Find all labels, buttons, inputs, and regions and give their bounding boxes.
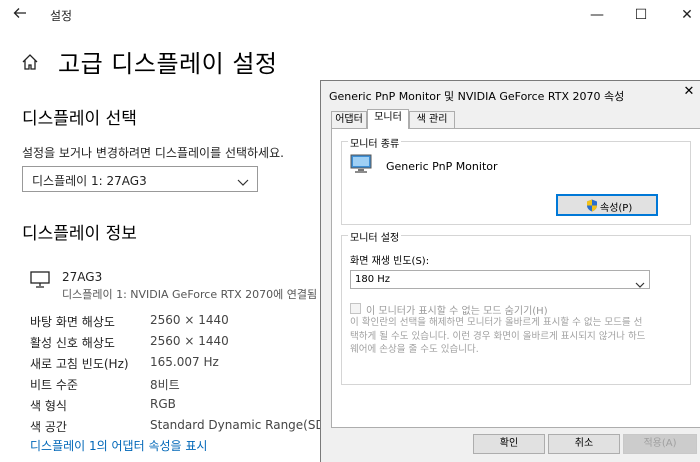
info-label-bit-depth: 비트 수준	[30, 378, 78, 392]
properties-button[interactable]: 속성(P)	[556, 194, 658, 216]
info-value-refresh-rate: 165.007 Hz	[150, 355, 219, 369]
tab-monitor[interactable]: 모니터	[367, 109, 409, 129]
hide-modes-description: 이 확인란의 선택을 해제하면 모니터가 올바르게 표시할 수 없는 모드를 선…	[350, 317, 646, 355]
adapter-properties-link[interactable]: 디스플레이 1의 어댑터 속성을 표시	[30, 437, 207, 454]
monitor-icon	[30, 271, 50, 289]
hide-modes-label: 이 모니터가 표시할 수 없는 모드 숨기기(H)	[366, 306, 548, 317]
refresh-rate-label: 화면 재생 빈도(S):	[350, 256, 430, 267]
info-value-active-signal: 2560 × 1440	[150, 334, 229, 348]
dialog-title: Generic PnP Monitor 및 NVIDIA GeForce RTX…	[329, 90, 625, 103]
info-value-bit-depth: 8비트	[150, 378, 180, 392]
display-select-dropdown[interactable]: 디스플레이 1: 27AG3	[22, 166, 258, 192]
monitor-tab-panel: 모니터 종류 Generic PnP Monitor 속성(P) 모니터 설정 …	[331, 128, 700, 428]
select-display-heading: 디스플레이 선택	[22, 109, 137, 129]
select-display-description: 설정을 보거나 변경하려면 디스플레이를 선택하세요.	[22, 146, 284, 160]
info-value-color-format: RGB	[150, 397, 176, 411]
monitor-settings-group-label: 모니터 설정	[348, 229, 402, 244]
minimize-button[interactable]: —	[582, 4, 612, 26]
app-title: 설정	[50, 9, 73, 23]
back-arrow-icon[interactable]	[12, 5, 32, 25]
cancel-button[interactable]: 취소	[548, 434, 620, 454]
chevron-down-icon	[635, 275, 645, 288]
info-value-color-space: Standard Dynamic Range(SDR)	[150, 418, 338, 432]
title-bar: 설정 — ☐ ✕	[0, 0, 700, 30]
hide-modes-checkbox[interactable]	[350, 303, 361, 314]
monitor-name: 27AG3	[62, 270, 103, 284]
page-title: 고급 디스플레이 설정	[58, 50, 278, 78]
tab-adapter[interactable]: 어댑터	[331, 111, 367, 128]
properties-button-label: 속성(P)	[600, 203, 633, 214]
display-monitor-icon	[350, 154, 372, 174]
info-label-color-format: 색 형식	[30, 399, 67, 413]
monitor-connection: 디스플레이 1: NVIDIA GeForce RTX 2070에 연결됨	[62, 288, 318, 301]
close-button[interactable]: ✕	[672, 4, 700, 26]
display-info-heading: 디스플레이 정보	[22, 224, 137, 244]
maximize-button[interactable]: ☐	[626, 4, 656, 26]
info-value-desktop-resolution: 2560 × 1440	[150, 313, 229, 327]
tab-color-management[interactable]: 색 관리	[409, 111, 455, 128]
refresh-rate-select[interactable]: 180 Hz	[350, 270, 650, 289]
monitor-type-name: Generic PnP Monitor	[386, 160, 498, 173]
monitor-type-group: 모니터 종류 Generic PnP Monitor 속성(P)	[341, 135, 691, 225]
info-label-desktop-resolution: 바탕 화면 해상도	[30, 315, 115, 329]
monitor-type-group-label: 모니터 종류	[348, 135, 402, 150]
monitor-properties-dialog: Generic PnP Monitor 및 NVIDIA GeForce RTX…	[320, 80, 700, 462]
chevron-down-icon	[237, 173, 249, 186]
info-label-active-signal: 활성 신호 해상도	[30, 336, 115, 350]
dialog-close-button[interactable]: ✕	[678, 83, 700, 101]
ok-button[interactable]: 확인	[473, 434, 545, 454]
apply-button[interactable]: 적용(A)	[623, 434, 697, 454]
display-select-value: 디스플레이 1: 27AG3	[32, 174, 147, 188]
home-icon[interactable]	[20, 52, 40, 72]
refresh-rate-value: 180 Hz	[355, 274, 391, 285]
info-label-color-space: 색 공간	[30, 420, 67, 434]
info-label-refresh-rate: 새로 고침 빈도(Hz)	[30, 357, 129, 371]
uac-shield-icon	[586, 199, 598, 212]
monitor-settings-group: 모니터 설정 화면 재생 빈도(S): 180 Hz 이 모니터가 표시할 수 …	[341, 229, 691, 385]
